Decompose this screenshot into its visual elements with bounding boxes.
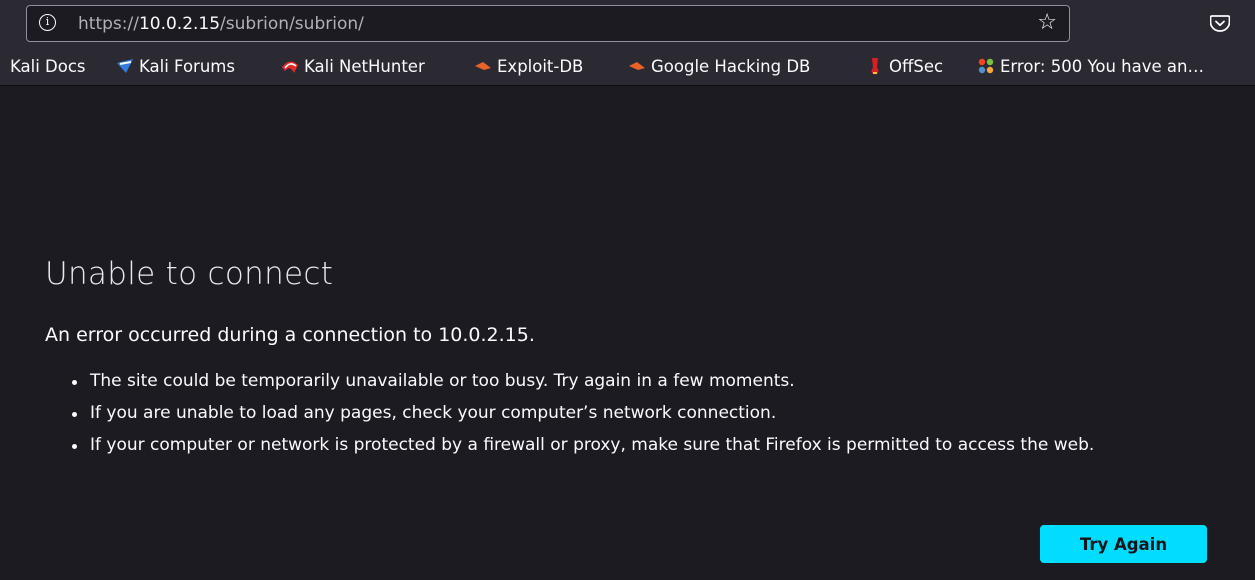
url-scheme: https:// [78,14,139,34]
bookmark-label: Kali NetHunter [304,57,425,76]
page-title: Unable to connect [45,256,334,292]
list-item: The site could be temporarily unavailabl… [45,370,1205,393]
offsec-icon [871,58,879,75]
bookmark-label: Error: 500 You have an… [1000,57,1204,76]
bookmark-label: Google Hacking DB [651,57,811,76]
info-circle-icon[interactable]: i [39,14,56,31]
joomla-icon [978,58,994,74]
star-icon[interactable]: ☆ [1037,10,1057,36]
bookmark-label: Exploit-DB [497,57,584,76]
list-item: If you are unable to load any pages, che… [45,402,1205,425]
error-reasons-list: The site could be temporarily unavailabl… [45,370,1205,457]
bookmark-exploit-db[interactable]: Exploit-DB [474,57,583,77]
kali-docs-icon [0,57,8,75]
exploit-db-icon [475,62,491,70]
bookmark-kali-nethunter[interactable]: Kali NetHunter [281,57,425,77]
bookmark-label: Kali Docs [10,57,86,76]
browser-toolbar: i https://10.0.2.15/subrion/subrion/ ☆ [0,0,1255,50]
bookmark-offsec[interactable]: OffSec [866,57,943,77]
bookmarks-toolbar: Kali Docs Kali Forums Kali NetHunter Exp… [0,50,1255,86]
try-again-button[interactable]: Try Again [1040,525,1207,563]
list-item: If your computer or network is protected… [45,434,1205,457]
kali-nethunter-icon [282,61,298,73]
kali-forums-icon [117,59,133,73]
error-description: An error occurred during a connection to… [45,324,535,346]
bookmark-error-500[interactable]: Error: 500 You have an… [977,57,1204,77]
error-page: Unable to connect An error occurred duri… [0,86,1255,580]
url-host: 10.0.2.15 [138,14,221,34]
pocket-icon[interactable] [1210,14,1230,32]
google-hacking-db-icon [629,62,645,70]
url-text[interactable]: https://10.0.2.15/subrion/subrion/ [78,14,364,34]
bookmark-kali-docs[interactable]: Kali Docs [0,57,86,77]
bookmark-label: Kali Forums [139,57,235,76]
url-path: /subrion/subrion/ [220,14,364,34]
bookmark-kali-forums[interactable]: Kali Forums [116,57,235,77]
bookmark-google-hacking-db[interactable]: Google Hacking DB [628,57,810,77]
url-bar[interactable]: i https://10.0.2.15/subrion/subrion/ ☆ [26,5,1070,42]
bookmark-label: OffSec [889,57,944,76]
